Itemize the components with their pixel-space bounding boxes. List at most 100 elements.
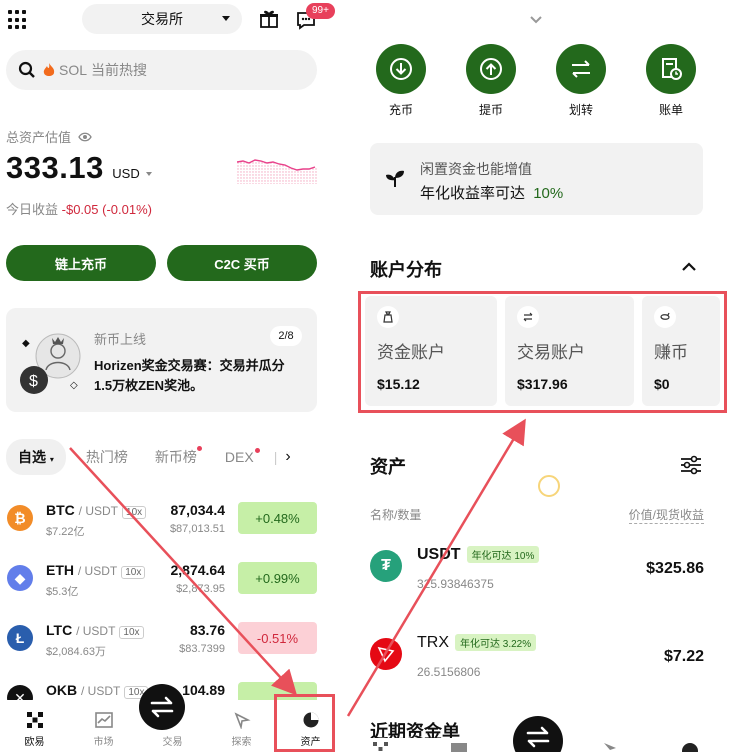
today-pnl-value: -$0.05 (-0.01%)	[61, 202, 152, 217]
left-screen: 交易所 99+ SOL 当前热搜 总资产估值 333.13 USD 今日收益 -…	[0, 0, 345, 752]
compass-icon	[234, 712, 251, 729]
asset-value: $325.86	[646, 560, 704, 577]
filter-sliders-icon[interactable]	[680, 455, 702, 480]
right-screen: 充币 提币 划转 账单 闲置资金也能增值 年化收益率可达 10% 账户分布 资金…	[345, 0, 731, 752]
pie-chart-icon[interactable]	[681, 742, 699, 752]
last-price: 83.76	[189, 622, 225, 638]
pair-symbol: BTC / USDT 10x	[46, 502, 147, 519]
distribution-title: 账户分布	[370, 260, 442, 280]
asset-amount: 26.5156806	[417, 665, 481, 679]
apy-tag: 年化可达 10%	[466, 546, 540, 564]
svg-text:◆: ◆	[22, 338, 30, 349]
onchain-deposit-button[interactable]: 链上充币	[6, 245, 156, 281]
leverage-badge: 10x	[121, 566, 146, 579]
column-value-pnl: 价值/现货收益	[628, 508, 704, 524]
assets-title: 资产	[370, 457, 406, 477]
search-icon	[18, 61, 35, 78]
deposit-button[interactable]	[376, 44, 426, 94]
usdt-logo-icon: ₮	[370, 550, 402, 582]
compass-icon[interactable]	[603, 742, 619, 752]
search-placeholder: 当前热搜	[91, 62, 148, 78]
pair-symbol: OKB / USDT 10x	[46, 682, 149, 699]
chevron-down-icon	[222, 16, 230, 21]
bill-button[interactable]	[646, 44, 696, 94]
today-pnl: 今日收益 -$0.05 (-0.01%)	[6, 202, 152, 217]
eth-logo-icon: ◆	[7, 565, 33, 591]
transfer-button[interactable]	[556, 44, 606, 94]
promo-illustration: ◆ $ ◇	[16, 332, 86, 407]
market-row-btc[interactable]: ₿ BTC / USDT 10x $7.22亿 87,034.4 $87,013.51 +0…	[0, 488, 345, 548]
gift-icon[interactable]	[259, 9, 279, 29]
usd-price: $87,013.51	[169, 523, 225, 535]
last-price: 2,874.64	[170, 562, 226, 578]
promo-page-indicator: 2/8	[270, 326, 302, 346]
nav-okx[interactable]: 欧易	[0, 700, 69, 752]
tab-favorites[interactable]: 自选 ▾	[6, 439, 66, 475]
swap-icon	[150, 696, 174, 718]
asset-symbol: USDT 年化可达 10%	[417, 546, 540, 564]
earn-rate: 10%	[533, 185, 564, 202]
withdraw-icon	[480, 58, 502, 80]
last-price: 104.89	[182, 682, 225, 698]
market-row-eth[interactable]: ◆ ETH / USDT 10x $5.3亿 2,874.64 $2,873.95 +0.9…	[0, 548, 345, 608]
deposit-label: 充币	[388, 103, 413, 117]
fire-icon	[43, 63, 55, 76]
tab-new[interactable]: 新币榜	[155, 446, 202, 467]
hot-coin: SOL	[59, 62, 88, 78]
chart-icon	[94, 712, 113, 728]
asset-row-trx[interactable]: TRX 年化可达 3.22% 26.5156806 $7.22	[345, 628, 731, 708]
svg-text:◇: ◇	[70, 380, 78, 391]
market-tabs: 自选 ▾ 热门榜 新币榜 DEX | ›	[6, 439, 336, 475]
change-pill[interactable]: -0.51%	[238, 622, 317, 654]
pair-symbol: ETH / USDT 10x	[46, 562, 146, 579]
bill-label: 账单	[658, 103, 683, 117]
swap-icon	[526, 726, 550, 748]
okx-logo-icon[interactable]	[373, 742, 389, 752]
trade-swap-button[interactable]	[513, 716, 563, 752]
svg-text:$: $	[29, 373, 38, 390]
usd-price: $2,873.95	[176, 583, 225, 595]
search-bar[interactable]: SOL 当前热搜	[6, 50, 317, 90]
okx-logo-icon	[26, 712, 43, 728]
tab-hot[interactable]: 热门榜	[86, 447, 128, 467]
earn-promo-card[interactable]: 闲置资金也能增值 年化收益率可达 10%	[370, 143, 703, 215]
leverage-badge: 10x	[119, 626, 144, 639]
trade-swap-button[interactable]	[139, 684, 185, 730]
tab-dex[interactable]: DEX	[225, 448, 260, 465]
pair-symbol: LTC / USDT 10x	[46, 622, 144, 639]
chevron-down-icon[interactable]	[529, 12, 543, 30]
volume: $2,084.63万	[46, 646, 106, 658]
chevron-up-icon[interactable]	[681, 260, 697, 278]
market-row-ltc[interactable]: Ł LTC / USDT 10x $2,084.63万 83.76 $83.7399 -0.…	[0, 608, 345, 668]
deposit-icon	[390, 58, 412, 80]
exchange-switcher[interactable]: 交易所	[82, 4, 242, 34]
c2c-buy-button[interactable]: C2C 买币	[167, 245, 317, 281]
eye-icon[interactable]	[77, 132, 92, 142]
promo-card[interactable]: ◆ $ ◇ 新币上线 2/8 Horizen奖金交易赛：交易并瓜分 1.5万枚Z…	[6, 308, 317, 412]
change-pill[interactable]: +0.48%	[238, 502, 317, 534]
transfer-label: 划转	[568, 103, 593, 117]
nav-explore[interactable]: 探索	[207, 700, 276, 752]
ltc-logo-icon: Ł	[7, 625, 33, 651]
last-price: 87,034.4	[170, 502, 226, 518]
promo-title: 新币上线	[94, 332, 147, 347]
column-name-qty: 名称/数量	[370, 508, 422, 522]
nav-market[interactable]: 市场	[69, 700, 138, 752]
loading-ring	[538, 475, 560, 497]
leverage-badge: 10x	[122, 506, 147, 519]
asset-row-usdt[interactable]: ₮ USDT 年化可达 10% 325.93846375 $325.86	[345, 540, 731, 620]
change-pill[interactable]: +0.99%	[238, 562, 317, 594]
withdraw-button[interactable]	[466, 44, 516, 94]
menu-grid-icon[interactable]	[8, 10, 28, 30]
transfer-icon	[572, 60, 590, 78]
asset-amount: 325.93846375	[417, 577, 494, 591]
chevron-right-icon[interactable]: ›	[285, 448, 290, 466]
chart-icon[interactable]	[450, 742, 468, 752]
btc-logo-icon: ₿	[7, 505, 33, 531]
trx-logo-icon	[370, 638, 402, 670]
notification-badge: 99+	[306, 3, 335, 19]
withdraw-label: 提币	[478, 103, 503, 117]
asset-value: $7.22	[663, 648, 704, 665]
currency-selector[interactable]: USD	[112, 166, 139, 181]
volume: $7.22亿	[46, 526, 85, 538]
